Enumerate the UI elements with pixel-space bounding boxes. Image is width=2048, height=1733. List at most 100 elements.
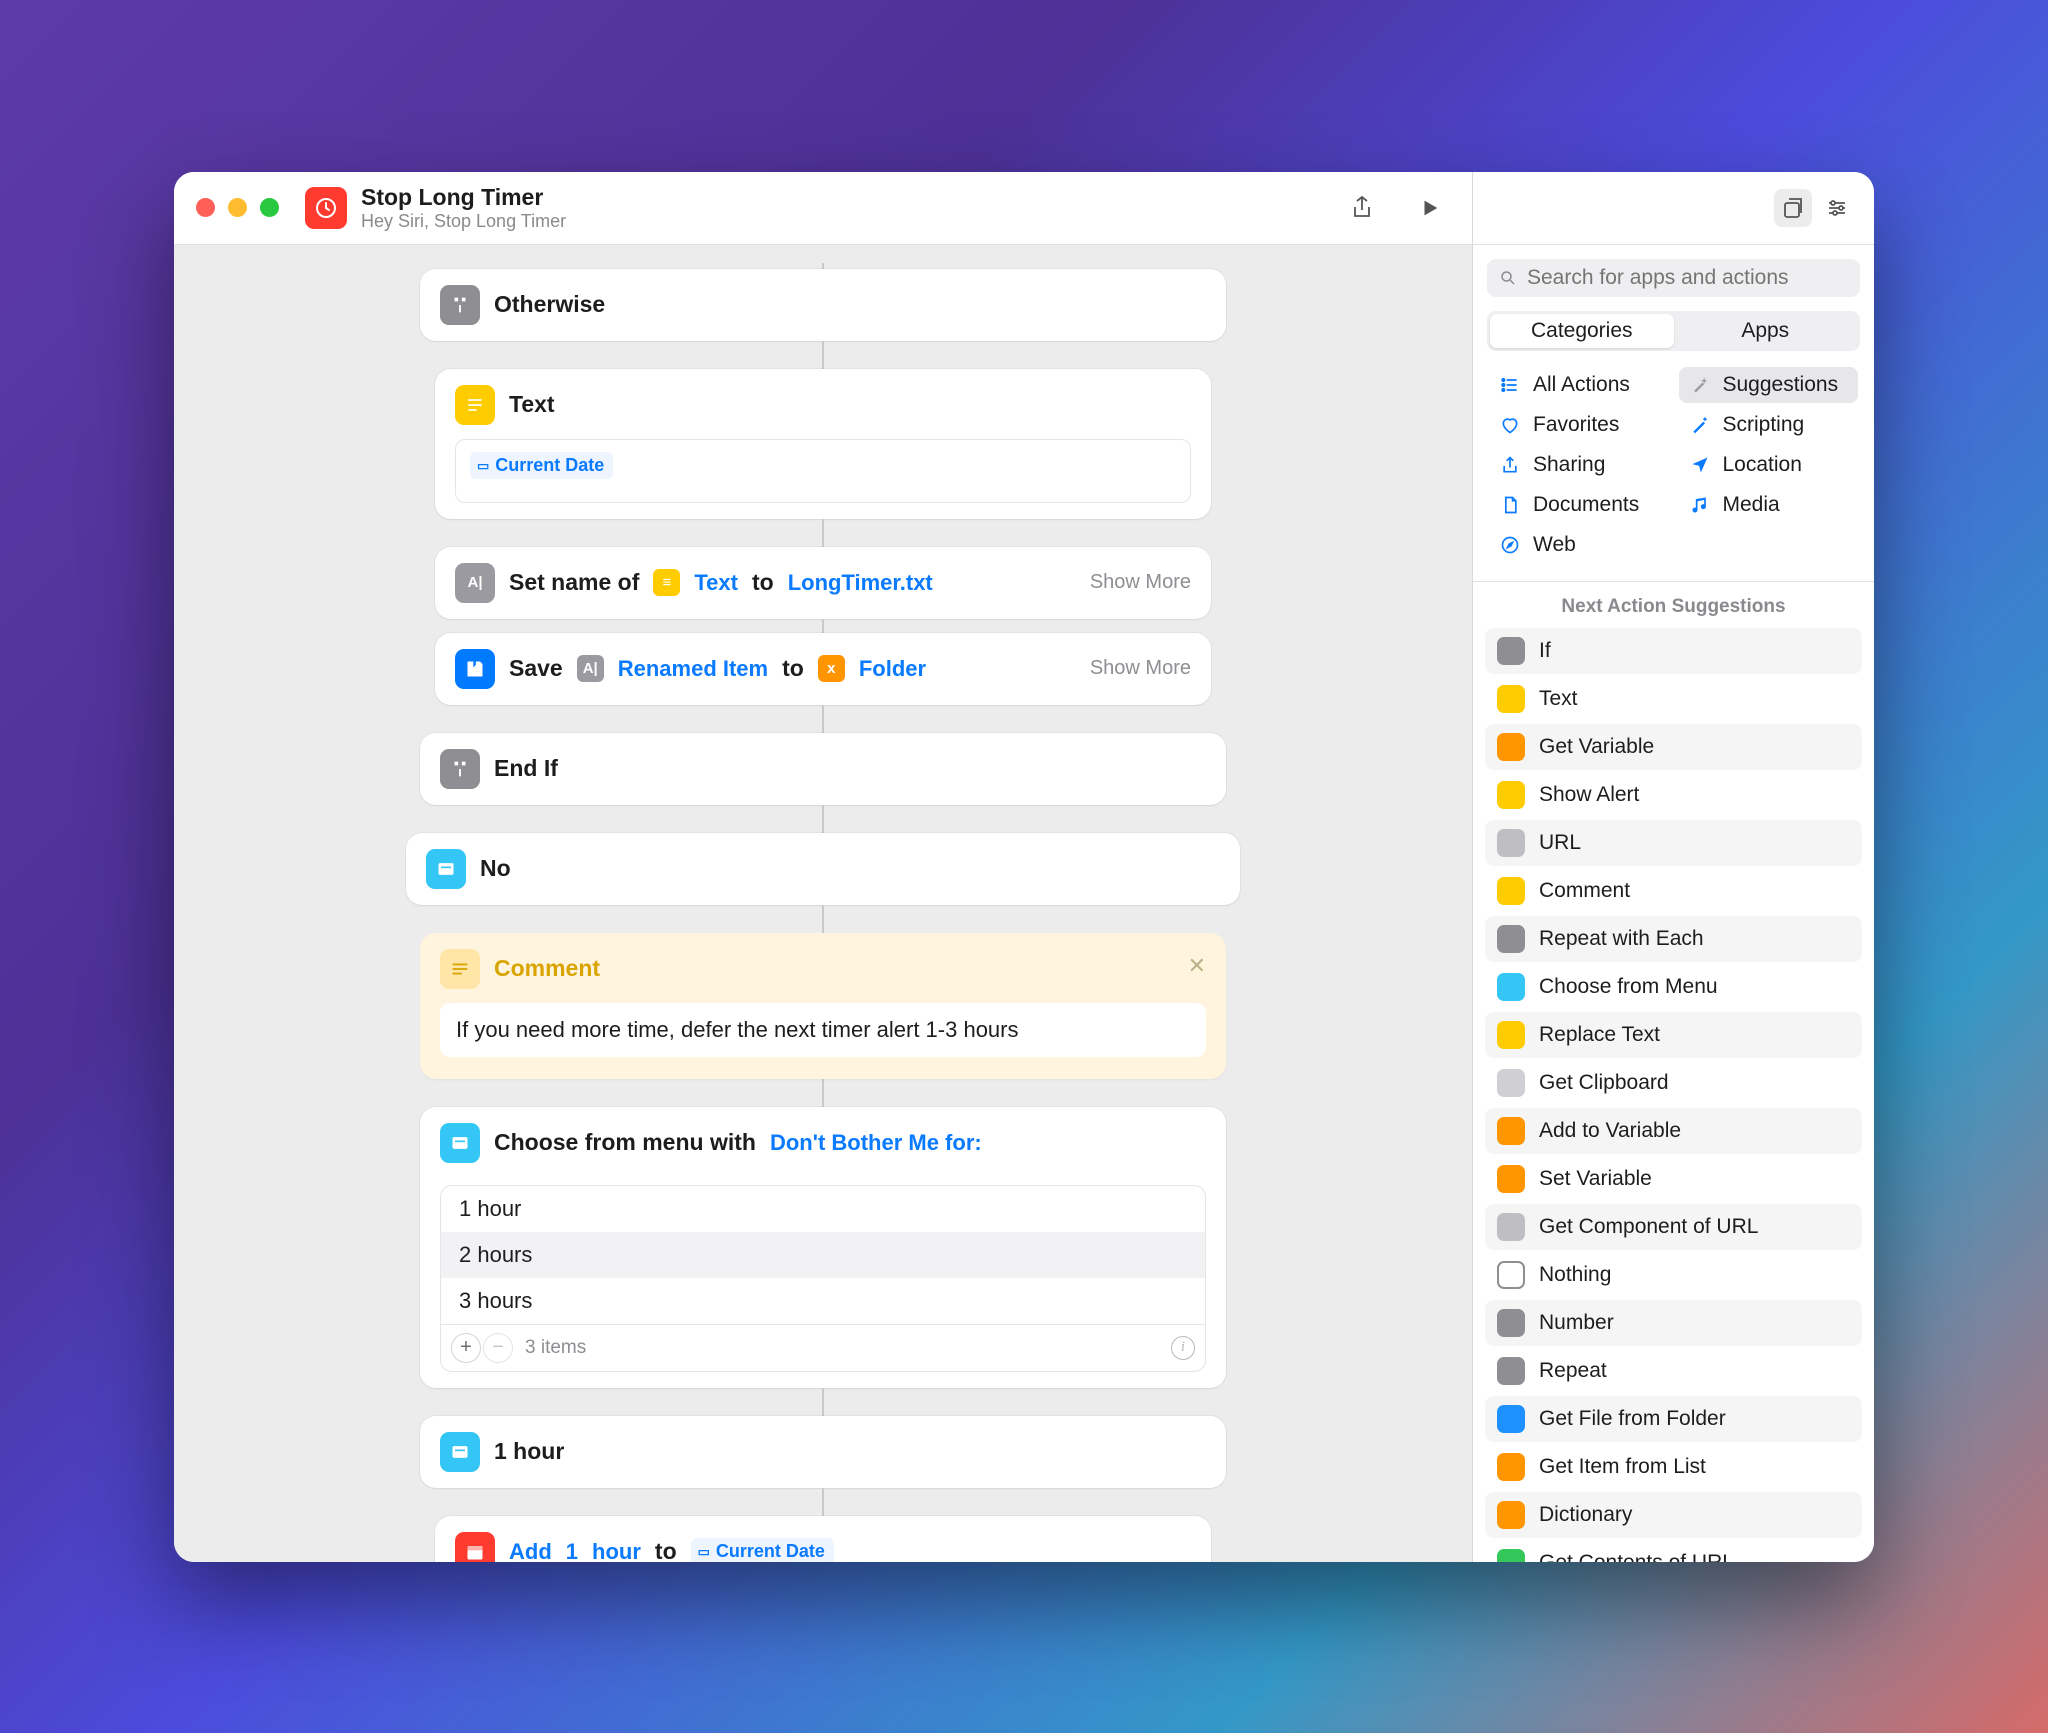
category-grid: All Actions Suggestions Favorites Scripting… — [1473, 351, 1874, 581]
save-input-token[interactable]: Renamed Item — [618, 656, 768, 682]
suggestion-get-variable[interactable]: Get Variable — [1485, 724, 1862, 770]
suggestion-if[interactable]: If — [1485, 628, 1862, 674]
menu-option[interactable]: 1 hour — [441, 1186, 1205, 1232]
shortcut-title[interactable]: Stop Long Timer — [361, 184, 566, 211]
category-media[interactable]: Media — [1679, 487, 1859, 523]
suggestion-replace-text[interactable]: Replace Text — [1485, 1012, 1862, 1058]
action-adjust-date[interactable]: Add 1 hour to Current Date — [435, 1516, 1211, 1562]
category-scripting[interactable]: Scripting — [1679, 407, 1859, 443]
menu-icon — [426, 849, 466, 889]
suggestion-comment[interactable]: Comment — [1485, 868, 1862, 914]
remove-action-button[interactable]: ✕ — [1188, 953, 1206, 979]
action-comment[interactable]: ✕ Comment If you need more time, defer t… — [420, 933, 1226, 1079]
suggestion-get-component-of-url[interactable]: Get Component of URL — [1485, 1204, 1862, 1250]
action-icon — [1497, 973, 1525, 1001]
suggestion-label: Text — [1539, 687, 1578, 711]
workflow-canvas[interactable]: Otherwise Text Current Date — [174, 245, 1472, 1562]
minimize-window-button[interactable] — [228, 198, 247, 217]
suggestion-get-item-from-list[interactable]: Get Item from List — [1485, 1444, 1862, 1490]
suggestions-list[interactable]: IfTextGet VariableShow AlertURLCommentRe… — [1473, 628, 1874, 1562]
save-folder-token[interactable]: Folder — [859, 656, 926, 682]
action-no-branch[interactable]: No — [406, 833, 1240, 905]
category-favorites[interactable]: Favorites — [1489, 407, 1669, 443]
segment-apps[interactable]: Apps — [1674, 314, 1858, 348]
action-menu-branch-1hour[interactable]: 1 hour — [420, 1416, 1226, 1488]
no-title: No — [480, 855, 511, 882]
category-all-actions[interactable]: All Actions — [1489, 367, 1669, 403]
action-end-if[interactable]: End If — [420, 733, 1226, 805]
info-button[interactable]: i — [1171, 1336, 1195, 1360]
suggestion-number[interactable]: Number — [1485, 1300, 1862, 1346]
action-search[interactable] — [1487, 259, 1860, 297]
suggestion-text[interactable]: Text — [1485, 676, 1862, 722]
share-icon — [1499, 454, 1521, 476]
add-op[interactable]: Add — [509, 1539, 552, 1562]
suggestion-choose-from-menu[interactable]: Choose from Menu — [1485, 964, 1862, 1010]
show-more-button[interactable]: Show More — [1090, 571, 1191, 594]
segment-categories[interactable]: Categories — [1490, 314, 1674, 348]
category-sharing[interactable]: Sharing — [1489, 447, 1669, 483]
settings-toggle-button[interactable] — [1818, 189, 1856, 227]
search-icon — [1499, 269, 1517, 287]
search-input[interactable] — [1527, 266, 1848, 290]
action-save-file[interactable]: Save A| Renamed Item to x Folder Show Mo… — [435, 633, 1211, 705]
add-menu-item-button[interactable]: + — [451, 1333, 481, 1363]
suggestion-show-alert[interactable]: Show Alert — [1485, 772, 1862, 818]
suggestion-label: Choose from Menu — [1539, 975, 1718, 999]
category-web[interactable]: Web — [1489, 527, 1669, 563]
share-button[interactable] — [1342, 188, 1382, 228]
close-window-button[interactable] — [196, 198, 215, 217]
category-suggestions[interactable]: Suggestions — [1679, 367, 1859, 403]
suggestion-add-to-variable[interactable]: Add to Variable — [1485, 1108, 1862, 1154]
show-more-button[interactable]: Show More — [1090, 657, 1191, 680]
action-text[interactable]: Text Current Date — [435, 369, 1211, 519]
choose-prompt[interactable]: Don't Bother Me for: — [770, 1130, 982, 1156]
suggestion-label: Get Component of URL — [1539, 1215, 1758, 1239]
token-current-date[interactable]: Current Date — [470, 452, 613, 479]
menu-option[interactable]: 3 hours — [441, 1278, 1205, 1324]
comment-text[interactable]: If you need more time, defer the next ti… — [440, 1003, 1206, 1057]
suggestion-label: Get Clipboard — [1539, 1071, 1669, 1095]
renamed-item-mini-icon: A| — [577, 655, 604, 682]
action-otherwise[interactable]: Otherwise — [420, 269, 1226, 341]
add-amount[interactable]: 1 — [566, 1539, 578, 1562]
add-unit[interactable]: hour — [592, 1539, 641, 1562]
suggestion-label: URL — [1539, 831, 1581, 855]
nav-icon — [1689, 454, 1711, 476]
action-choose-from-menu[interactable]: Choose from menu with Don't Bother Me fo… — [420, 1107, 1226, 1388]
setname-input-token[interactable]: Text — [694, 570, 738, 596]
menu-icon — [440, 1432, 480, 1472]
suggestion-url[interactable]: URL — [1485, 820, 1862, 866]
library-segment[interactable]: Categories Apps — [1487, 311, 1860, 351]
suggestion-label: Get File from Folder — [1539, 1407, 1726, 1431]
suggestion-set-variable[interactable]: Set Variable — [1485, 1156, 1862, 1202]
action-icon — [1497, 877, 1525, 905]
remove-menu-item-button[interactable]: − — [483, 1333, 513, 1363]
suggestion-repeat[interactable]: Repeat — [1485, 1348, 1862, 1394]
action-icon — [1497, 1117, 1525, 1145]
suggestion-get-contents-of-url[interactable]: Get Contents of URL — [1485, 1540, 1862, 1562]
library-toggle-button[interactable] — [1774, 189, 1812, 227]
music-icon — [1689, 494, 1711, 516]
suggestion-label: Repeat — [1539, 1359, 1607, 1383]
token-current-date[interactable]: Current Date — [691, 1538, 834, 1562]
menu-option[interactable]: 2 hours — [441, 1232, 1205, 1278]
zoom-window-button[interactable] — [260, 198, 279, 217]
folder-mini-icon: x — [818, 655, 845, 682]
suggestion-get-clipboard[interactable]: Get Clipboard — [1485, 1060, 1862, 1106]
text-field[interactable]: Current Date — [455, 439, 1191, 503]
comment-title: Comment — [494, 955, 600, 982]
run-button[interactable] — [1410, 188, 1450, 228]
suggestion-label: Nothing — [1539, 1263, 1611, 1287]
category-documents[interactable]: Documents — [1489, 487, 1669, 523]
suggestion-dictionary[interactable]: Dictionary — [1485, 1492, 1862, 1538]
category-location[interactable]: Location — [1679, 447, 1859, 483]
setname-value[interactable]: LongTimer.txt — [788, 570, 933, 596]
text-action-title: Text — [509, 391, 555, 418]
action-icon — [1497, 1357, 1525, 1385]
suggestion-repeat-with-each[interactable]: Repeat with Each — [1485, 916, 1862, 962]
branch-icon — [440, 749, 480, 789]
suggestion-get-file-from-folder[interactable]: Get File from Folder — [1485, 1396, 1862, 1442]
suggestion-nothing[interactable]: Nothing — [1485, 1252, 1862, 1298]
action-set-name[interactable]: A| Set name of ≡ Text to LongTimer.txt S… — [435, 547, 1211, 619]
